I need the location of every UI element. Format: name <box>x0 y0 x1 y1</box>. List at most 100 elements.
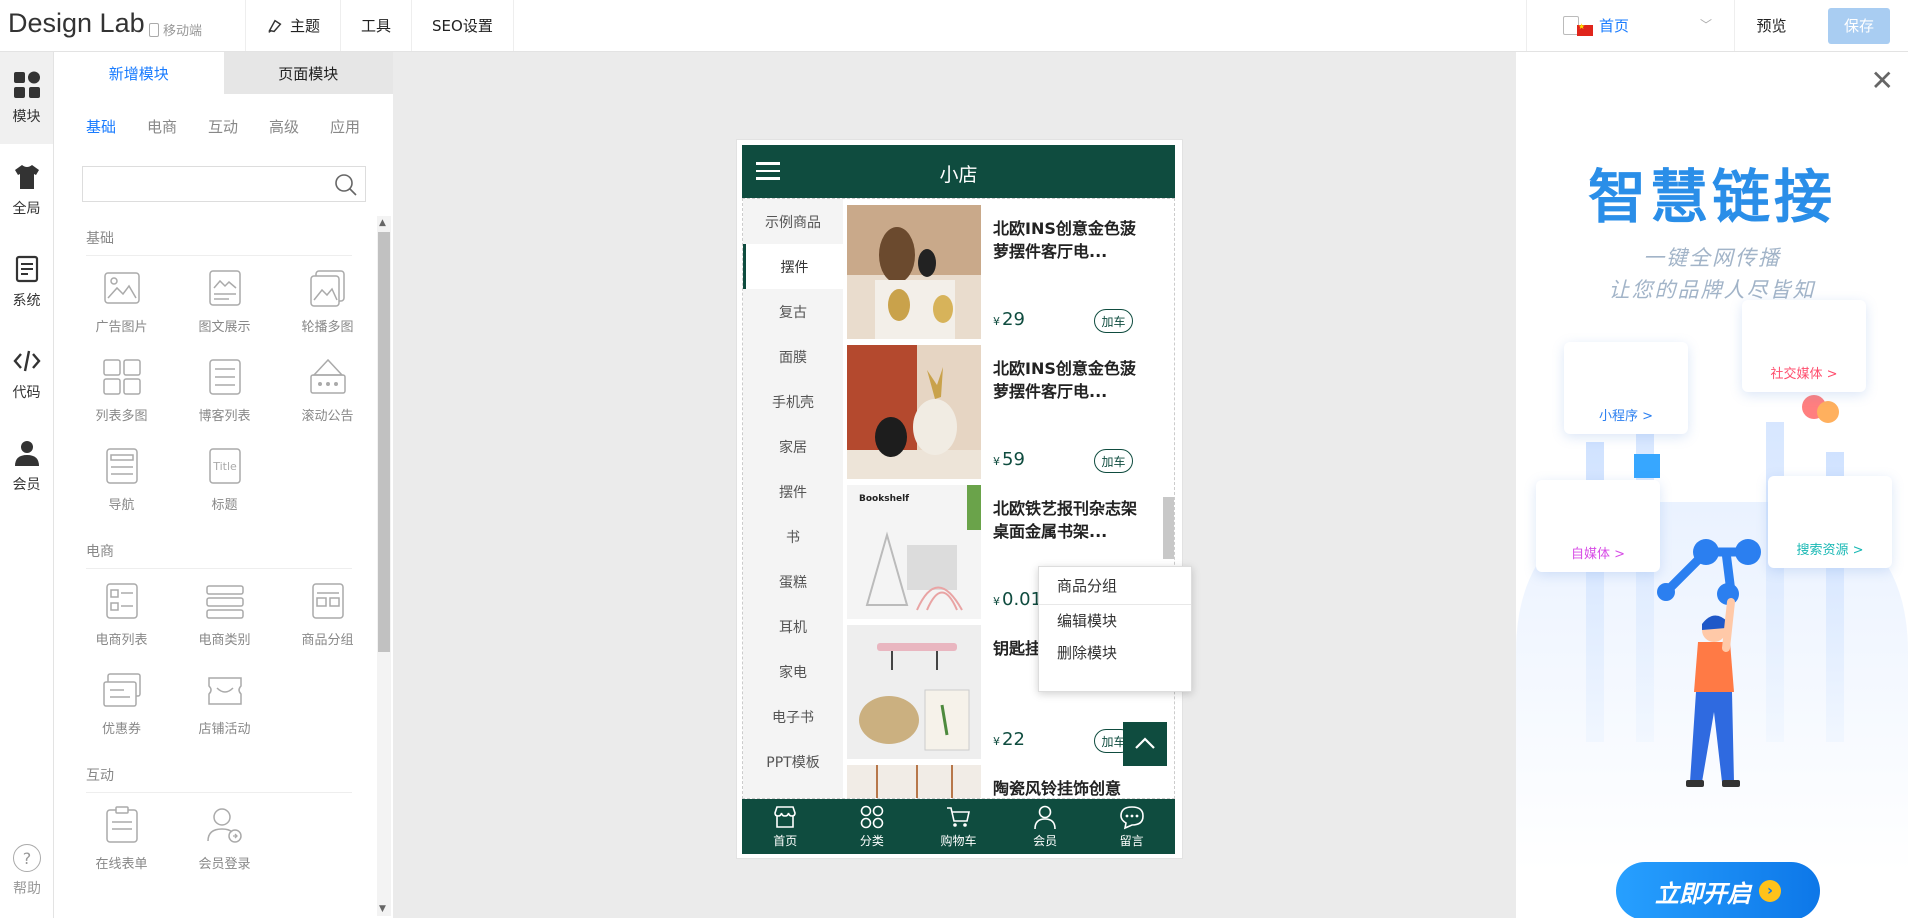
add-to-cart-button[interactable]: 加车 <box>1094 449 1133 473</box>
shop-footer-nav: 首页 分类 购物车 会员 留言 <box>742 799 1175 854</box>
promo-card-label: 社交媒体 > <box>1770 367 1838 382</box>
promo-card-search[interactable]: 搜索资源 > <box>1768 476 1892 568</box>
module-navigation[interactable]: 导航 <box>70 446 173 535</box>
category-item[interactable]: 手机壳 <box>743 379 843 424</box>
back-to-top-button[interactable] <box>1123 722 1167 766</box>
category-item-active[interactable]: 摆件 <box>743 244 843 289</box>
category-item[interactable]: 电子书 <box>743 694 843 739</box>
category-item[interactable]: 耳机 <box>743 604 843 649</box>
module-member-login[interactable]: 会员登录 <box>173 805 276 894</box>
store-icon <box>774 806 797 828</box>
product-name: 北欧INS创意金色菠萝摆件客厅电... <box>993 359 1136 401</box>
help-button[interactable]: ? 帮助 <box>0 844 54 898</box>
cart-icon <box>947 807 971 827</box>
module-store-event[interactable]: 店铺活动 <box>173 670 276 759</box>
tools-menu[interactable]: 工具 <box>341 0 413 51</box>
footer-nav-label: 首页 <box>773 834 798 848</box>
nav-code[interactable]: 代码 <box>0 328 53 420</box>
subtab-interaction[interactable]: 互动 <box>208 116 269 137</box>
promo-card-label: 自媒体 > <box>1570 547 1626 562</box>
search-icon[interactable] <box>333 172 359 198</box>
module-label: 列表多图 <box>95 409 148 424</box>
promo-card-miniprogram[interactable]: 小程序 > <box>1564 342 1688 434</box>
close-icon[interactable]: ✕ <box>1871 64 1894 97</box>
ecommerce-modules: 电商列表 电商类别 商品分组 优惠券 店铺活动 <box>70 569 374 759</box>
category-item[interactable]: 摆件 <box>743 469 843 514</box>
footer-nav-member[interactable]: 会员 <box>1002 799 1089 854</box>
subtab-basic[interactable]: 基础 <box>86 116 147 137</box>
subtab-ecommerce[interactable]: 电商 <box>147 116 208 137</box>
module-ecommerce-category[interactable]: 电商类别 <box>173 581 276 670</box>
module-product-group[interactable]: 商品分组 <box>276 581 374 670</box>
module-scroll-notice[interactable]: 滚动公告 <box>276 357 374 446</box>
tab-page-module[interactable]: 页面模块 <box>223 52 393 94</box>
product-card[interactable]: 北欧INS创意金色菠萝摆件客厅电... ¥29 加车 <box>843 199 1174 339</box>
help-icon: ? <box>13 844 41 872</box>
category-item[interactable]: 面膜 <box>743 334 843 379</box>
module-coupon[interactable]: 优惠券 <box>70 670 173 759</box>
product-card[interactable]: 北欧INS创意金色菠萝摆件客厅电... ¥59 加车 <box>843 339 1174 479</box>
module-label: 标题 <box>211 498 238 513</box>
category-item[interactable]: 示例商品 <box>743 199 843 244</box>
module-ad-image[interactable]: 广告图片 <box>70 268 173 357</box>
nav-member[interactable]: 会员 <box>0 420 53 512</box>
top-actions: 首页 ﹀ 预览 保存 <box>1526 0 1908 51</box>
scroll-down-icon[interactable]: ▼ <box>379 904 386 914</box>
start-now-button[interactable]: 立即开启 › <box>1616 862 1820 918</box>
product-list-icon <box>105 583 138 619</box>
footer-nav-home[interactable]: 首页 <box>742 799 829 854</box>
edit-module-item[interactable]: 编辑模块 <box>1039 605 1191 637</box>
seo-menu[interactable]: SEO设置 <box>412 0 514 51</box>
panel-scrollbar[interactable]: ▲ ▼ <box>377 216 391 916</box>
category-item[interactable]: 家电 <box>743 649 843 694</box>
chat-icon <box>1119 806 1144 830</box>
scroll-up-icon[interactable]: ▲ <box>379 218 386 228</box>
form-icon <box>105 806 138 843</box>
svg-text:Bookshelf: Bookshelf <box>859 494 909 504</box>
category-icon <box>205 585 244 619</box>
category-item[interactable]: 家居 <box>743 424 843 469</box>
add-to-cart-button[interactable]: 加车 <box>1094 309 1133 333</box>
theme-label: 主题 <box>290 17 321 35</box>
product-group-icon <box>311 583 344 619</box>
subtab-apps[interactable]: 应用 <box>330 116 391 137</box>
promo-card-social[interactable]: 社交媒体 > <box>1742 300 1866 392</box>
category-item[interactable]: 蛋糕 <box>743 559 843 604</box>
product-image <box>847 205 981 339</box>
footer-nav-cart[interactable]: 购物车 <box>915 799 1002 854</box>
module-title[interactable]: Title 标题 <box>173 446 276 535</box>
module-list-images[interactable]: 列表多图 <box>70 357 173 446</box>
mode-indicator[interactable]: 移动端 <box>149 20 202 39</box>
footer-nav-message[interactable]: 留言 <box>1088 799 1175 854</box>
delete-module-item[interactable]: 删除模块 <box>1039 637 1191 669</box>
category-list: 示例商品 摆件 复古 面膜 手机壳 家居 摆件 书 蛋糕 耳机 家电 电子书 P… <box>743 199 843 798</box>
module-ecommerce-list[interactable]: 电商列表 <box>70 581 173 670</box>
current-page: 首页 <box>1599 17 1630 35</box>
module-scrollbar[interactable] <box>1163 497 1174 559</box>
code-icon <box>12 350 41 372</box>
promo-card-selfmedia[interactable]: 自媒体 > <box>1536 480 1660 572</box>
module-list: 基础 广告图片 图文展示 轮播多图 列表多图 博客列表 滚动公告 导航 Titl… <box>54 222 374 918</box>
category-item[interactable]: 复古 <box>743 289 843 334</box>
nav-system[interactable]: 系统 <box>0 236 53 328</box>
subtab-advanced[interactable]: 高级 <box>269 116 330 137</box>
nav-global[interactable]: 全局 <box>0 144 53 236</box>
footer-nav-category[interactable]: 分类 <box>829 799 916 854</box>
nav-modules[interactable]: 模块 <box>0 52 53 144</box>
tab-add-module[interactable]: 新增模块 <box>54 52 224 94</box>
blog-list-icon <box>208 359 241 395</box>
module-image-text[interactable]: 图文展示 <box>173 268 276 357</box>
module-carousel[interactable]: 轮播多图 <box>276 268 374 357</box>
scrollbar-thumb[interactable] <box>378 232 390 652</box>
category-item[interactable]: 书 <box>743 514 843 559</box>
preview-button[interactable]: 预览 <box>1734 0 1808 51</box>
save-button[interactable]: 保存 <box>1828 7 1890 44</box>
theme-menu[interactable]: 主题 <box>246 0 342 51</box>
page-select[interactable]: 首页 ﹀ <box>1526 0 1734 51</box>
category-item[interactable]: PPT模板 <box>743 739 843 784</box>
module-blog-list[interactable]: 博客列表 <box>173 357 276 446</box>
mode-label: 移动端 <box>163 24 203 39</box>
module-search-input[interactable] <box>82 166 366 202</box>
product-group-module[interactable]: 示例商品 摆件 复古 面膜 手机壳 家居 摆件 书 蛋糕 耳机 家电 电子书 P… <box>742 198 1175 799</box>
module-online-form[interactable]: 在线表单 <box>70 805 173 894</box>
